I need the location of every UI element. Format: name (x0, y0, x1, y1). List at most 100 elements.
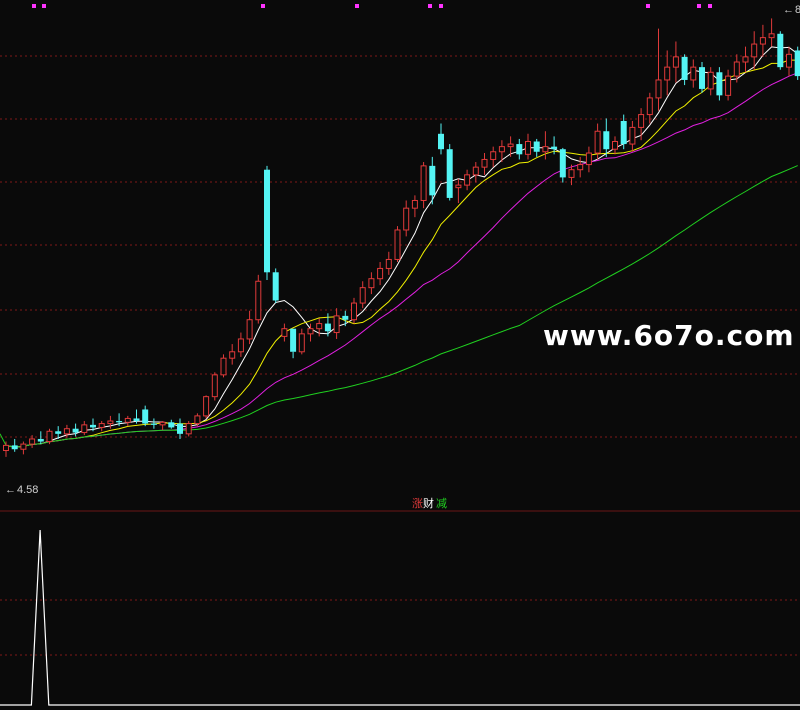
candle-body (90, 424, 96, 428)
candle (37, 431, 44, 445)
candle (98, 421, 105, 432)
signal-dot (439, 4, 443, 8)
candle (150, 418, 157, 429)
candle (124, 415, 131, 427)
candle-body (194, 415, 201, 425)
indicator-label-right: 减 (436, 497, 447, 510)
ma5-line (5, 46, 798, 448)
candle-body (707, 71, 714, 90)
signal-dot (32, 4, 36, 8)
candle-body (385, 258, 392, 269)
indicator-line (0, 529, 800, 706)
candle (177, 418, 183, 439)
candle-body (751, 43, 758, 58)
candle (281, 323, 288, 342)
candle-body (255, 280, 262, 321)
candle (794, 46, 800, 80)
candle-body (11, 445, 18, 450)
candle (681, 54, 688, 86)
candle-body (37, 438, 44, 442)
candle (298, 328, 305, 355)
candle-body (72, 428, 79, 433)
candle-body (794, 50, 800, 77)
candle-body (107, 420, 114, 425)
candle-body (411, 199, 418, 209)
candle-body (716, 72, 723, 96)
candle-body (612, 141, 618, 150)
candle-body (438, 133, 444, 150)
candle-body (368, 278, 375, 289)
candle (725, 69, 732, 101)
candle-body (272, 272, 279, 301)
candle-body (533, 141, 540, 152)
candle-body (116, 421, 123, 423)
chart-canvas[interactable]: ← 4.58 ← 8 涨 财 减 www.6o7o.com (0, 0, 800, 710)
candle-body (229, 351, 236, 359)
candle-body (333, 315, 340, 334)
candle-body (559, 149, 566, 178)
signal-dots (32, 4, 712, 8)
candle-body (351, 302, 357, 321)
candle-body (3, 444, 9, 452)
candle-body (246, 319, 253, 340)
signal-dot (708, 4, 712, 8)
candle-body (55, 431, 62, 434)
candle (255, 274, 262, 324)
grid-lines (0, 55, 800, 656)
candle-body (316, 323, 323, 330)
candle (786, 46, 792, 77)
candle-body (429, 165, 436, 196)
candle-body (525, 141, 531, 155)
candle-body (733, 61, 740, 77)
candle (185, 421, 192, 437)
candle (403, 200, 410, 237)
candle-body (142, 409, 149, 424)
candle (11, 438, 18, 452)
candle-body (342, 315, 349, 320)
indicator-panel (0, 529, 800, 706)
candle-body (594, 130, 601, 154)
ma20-line (5, 72, 798, 448)
candlestick-series (3, 18, 800, 457)
candle-body (464, 174, 471, 186)
candle (672, 41, 679, 83)
candle (481, 153, 488, 175)
candle (655, 28, 662, 111)
candle (716, 67, 723, 101)
candle-body (281, 328, 288, 337)
signal-dot (697, 4, 701, 8)
candle-body (664, 66, 671, 81)
candle-body (220, 357, 227, 376)
candle (168, 419, 175, 429)
signal-dot (42, 4, 46, 8)
candle (542, 131, 549, 160)
candle (638, 108, 645, 141)
candle (438, 123, 444, 155)
candle-body (699, 67, 705, 89)
candle (229, 344, 236, 365)
candle (768, 18, 775, 47)
candle (516, 138, 523, 160)
candle-body (577, 164, 584, 171)
candle-body (211, 374, 218, 398)
candle (377, 262, 384, 286)
candle-body (159, 421, 166, 426)
candle-body (672, 56, 679, 68)
candle (290, 328, 297, 359)
high-price-label: 8 (795, 4, 800, 16)
candle-body (133, 418, 140, 422)
candle-body (646, 97, 653, 116)
candle-body (203, 396, 210, 417)
candle (733, 54, 740, 83)
candle (490, 146, 497, 168)
candle (507, 136, 514, 157)
candle (464, 169, 471, 191)
candle-body (629, 126, 636, 145)
candle (612, 136, 618, 155)
candle (333, 308, 340, 339)
candle (559, 147, 566, 183)
candle-body (681, 56, 688, 80)
candle-body (98, 423, 105, 428)
candle (246, 310, 253, 345)
candle-body (81, 424, 88, 434)
